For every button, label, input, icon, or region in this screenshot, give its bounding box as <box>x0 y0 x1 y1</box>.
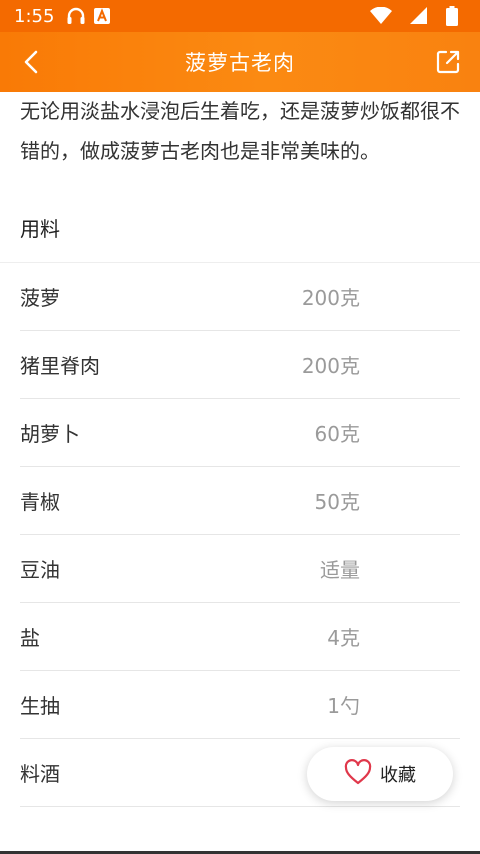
headphones-icon <box>66 7 86 25</box>
ingredient-row: 胡萝卜 60克 <box>20 399 460 467</box>
battery-icon <box>446 6 458 26</box>
ingredient-amount: 50克 <box>314 490 360 514</box>
recipe-intro: 无论用淡盐水浸泡后生着吃，还是菠萝炒饭都很不错的，做成菠萝古老肉也是非常美味的。 <box>20 99 460 163</box>
ingredient-name: 青椒 <box>20 490 60 514</box>
ingredients-list: 菠萝 200克 猪里脊肉 200克 胡萝卜 60克 青椒 50克 豆油 适量 盐… <box>0 263 480 807</box>
ingredient-amount: 200克 <box>301 354 360 378</box>
wifi-icon <box>370 7 392 25</box>
ingredient-row: 盐 4克 <box>20 603 460 671</box>
favorite-button[interactable]: 收藏 <box>307 747 453 801</box>
ingredient-amount: 适量 <box>320 558 360 582</box>
chevron-left-icon[interactable] <box>18 48 46 76</box>
ingredient-name: 猪里脊肉 <box>20 354 100 378</box>
ingredient-row: 豆油 适量 <box>20 535 460 603</box>
status-time: 1:55 <box>14 5 55 27</box>
ingredient-name: 料酒 <box>20 762 60 786</box>
ingredient-amount: 200克 <box>301 286 360 310</box>
ingredient-name: 菠萝 <box>20 286 60 310</box>
ingredients-title: 用料 <box>0 193 480 263</box>
a-badge-icon <box>94 8 111 24</box>
ingredient-name: 盐 <box>20 626 40 650</box>
ingredient-row: 生抽 1勺 <box>20 671 460 739</box>
page-title: 菠萝古老肉 <box>185 51 295 75</box>
share-icon[interactable] <box>434 48 462 76</box>
ingredient-amount: 1勺 <box>327 694 360 718</box>
ingredient-name: 生抽 <box>20 694 60 718</box>
ingredient-row: 菠萝 200克 <box>20 263 460 331</box>
ingredient-row: 青椒 50克 <box>20 467 460 535</box>
app-bar: 菠萝古老肉 <box>0 32 480 92</box>
ingredient-amount: 60克 <box>314 422 360 446</box>
recipe-content[interactable]: 无论用淡盐水浸泡后生着吃，还是菠萝炒饭都很不错的，做成菠萝古老肉也是非常美味的。… <box>0 92 480 854</box>
ingredient-name: 胡萝卜 <box>20 422 80 446</box>
ingredient-amount: 4克 <box>327 626 360 650</box>
signal-icon <box>410 7 428 25</box>
ingredient-row: 猪里脊肉 200克 <box>20 331 460 399</box>
status-bar: 1:55 <box>0 0 480 32</box>
ingredient-name: 豆油 <box>20 558 60 582</box>
heart-icon <box>344 758 372 790</box>
favorite-label: 收藏 <box>380 765 416 786</box>
